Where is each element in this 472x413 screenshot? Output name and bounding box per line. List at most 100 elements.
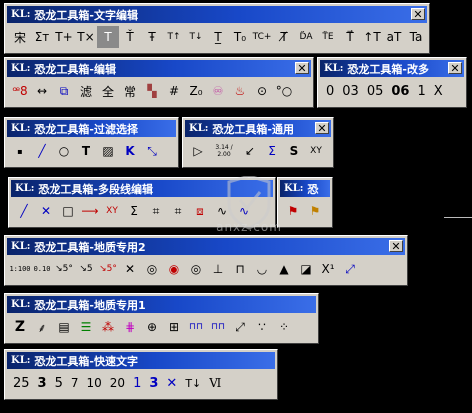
modify-1-button[interactable]: 1 [413,80,429,102]
circle-dot-button[interactable]: ⊙ [251,80,273,102]
text-da-button[interactable]: D̈A [295,26,317,48]
titlebar[interactable]: KL: 恐 [280,180,330,197]
font-song-button[interactable]: 宋 [9,26,31,48]
triangle-button[interactable]: ▲ [273,258,295,280]
polyline-rect-button[interactable]: □ [57,200,79,222]
text-zero-button[interactable]: T₀ [229,26,251,48]
edit-button-2[interactable]: ↔ [31,80,53,102]
hatch-select-button[interactable]: ▨ [97,140,119,162]
modify-05-button[interactable]: 05 [363,80,388,102]
titlebar[interactable]: KL: 恐龙工具箱-过滤选择 [7,120,176,137]
text-at-button[interactable]: aT [383,26,405,48]
z0-button[interactable]: Z₀ [185,80,207,102]
resize-button[interactable]: ⤢ [229,316,251,338]
scatter-button-1[interactable]: ∵ [251,316,273,338]
text-te-button[interactable]: T̈E [317,26,339,48]
target-button-2[interactable]: ◉ [163,258,185,280]
column-button-1[interactable]: ⊓⊓ [185,316,207,338]
quick-7-button[interactable]: 7 [67,372,83,394]
modify-x-button[interactable]: X [430,80,447,102]
quick-t-down-button[interactable]: T↓ [181,372,205,394]
cup-button[interactable]: ◡ [251,258,273,280]
column-button-2[interactable]: ⊓⊓ [207,316,229,338]
dip-button-2[interactable]: ↘5 [75,258,97,280]
text-ta-button[interactable]: Ta [405,26,427,48]
general-button-1[interactable]: ▷ [187,140,209,162]
text-up-arrow-button[interactable]: ↑T [361,26,383,48]
dip-button-1[interactable]: ↘5° [53,258,75,280]
titlebar[interactable]: KL: 恐龙工具箱-文字编辑 ✕ [7,6,427,23]
modify-03-button[interactable]: 03 [338,80,363,102]
polyline-button-1[interactable]: ╱ [13,200,35,222]
close-button[interactable]: ✕ [448,62,462,74]
titlebar[interactable]: KL: 恐龙工具箱-快速文字 [7,352,275,369]
half-square-button[interactable]: ◪ [295,258,317,280]
point-select-button[interactable]: ▪ [9,140,31,162]
grid-dots-button[interactable]: ⋕ [119,316,141,338]
close-button[interactable]: ✕ [389,240,403,252]
titlebar[interactable]: KL: 恐龙工具箱-地质专用1 [7,296,316,313]
titlebar[interactable]: KL: 恐龙工具箱-地质专用2 ✕ [7,238,405,255]
bracket-button[interactable]: ⊓ [229,258,251,280]
grid-button[interactable]: ⊞ [163,316,185,338]
text-stroke-button[interactable]: Ŧ [141,26,163,48]
s-button[interactable]: S [283,140,305,162]
polyline-arrow-button[interactable]: ⟶ [79,200,101,222]
polyline-button-2[interactable]: ✕ [35,200,57,222]
quick-25-button[interactable]: 25 [9,372,34,394]
edit-button-11[interactable]: ♨ [229,80,251,102]
titlebar[interactable]: KL: 恐龙工具箱-编辑 ✕ [7,60,311,77]
quick-20-button[interactable]: 20 [106,372,129,394]
quick-3-button[interactable]: 3 [34,372,51,394]
text-select-button[interactable]: T [75,140,97,162]
quick-10-button[interactable]: 10 [83,372,106,394]
cross-button[interactable]: ✕ [119,258,141,280]
hash-button[interactable]: # [163,80,185,102]
quick-vi-button[interactable]: Ⅵ [205,372,225,394]
sum-button[interactable]: Σ [261,140,283,162]
modify-0-button[interactable]: 0 [322,80,338,102]
polyline-wave-button-1[interactable]: ∿ [211,200,233,222]
quick-5-button[interactable]: 5 [51,372,67,394]
text-highlight-button[interactable]: T [97,26,119,48]
titlebar[interactable]: KL: 恐龙工具箱-改多 ✕ [320,60,464,77]
close-button[interactable]: ✕ [295,62,309,74]
text-up-button[interactable]: T↑ [163,26,185,48]
circle-button[interactable]: °○ [273,80,295,102]
layers-button[interactable]: ☰ [75,316,97,338]
target-button-3[interactable]: ◎ [185,258,207,280]
edit-button-7[interactable]: ▚ [141,80,163,102]
flag-button-1[interactable]: ⚑ [282,200,304,222]
target-button-1[interactable]: ◎ [141,258,163,280]
common-button[interactable]: 常 [119,80,141,102]
polyline-sum-button[interactable]: Σ [123,200,145,222]
polyline-grid-button-1[interactable]: ⌗ [145,200,167,222]
superscript-button[interactable]: X¹ [317,258,339,280]
edit-button-10[interactable]: ♾ [207,80,229,102]
line-select-button[interactable]: ╱ [31,140,53,162]
text-down-button[interactable]: T↓ [185,26,207,48]
dimension-select-button[interactable]: ⤡ [141,140,163,162]
text-arrow-button[interactable]: T⃗ [339,26,361,48]
circle-select-button[interactable]: ○ [53,140,75,162]
text-add-button[interactable]: T+ [53,26,75,48]
edit-button-1[interactable]: ꟹ8 [9,80,31,102]
z-button[interactable]: Z [9,316,31,338]
text-caron-button[interactable]: Ť [119,26,141,48]
text-tc-button[interactable]: TC+ [251,26,273,48]
polyline-xy-button[interactable]: XY [101,200,123,222]
scatter-button-2[interactable]: ⁘ [273,316,295,338]
quick-delete-button[interactable]: ✕ [162,372,181,394]
text-underline-button[interactable]: T̲ [207,26,229,48]
symbol-button-1[interactable]: ⸙ [31,316,53,338]
titlebar[interactable]: KL: 恐龙工具箱-通用 ✕ [185,120,331,137]
flag-button-2[interactable]: ⚑ [304,200,326,222]
value-button[interactable]: 0.10 [31,258,53,280]
scale-button[interactable]: 1:100 [9,258,31,280]
select-all-button[interactable]: 全 [97,80,119,102]
close-button[interactable]: ✕ [315,122,329,134]
modify-06-button[interactable]: 06 [387,80,413,102]
block-select-button[interactable]: K [119,140,141,162]
circle-cross-button[interactable]: ⊕ [141,316,163,338]
symbol-button-2[interactable]: ▤ [53,316,75,338]
